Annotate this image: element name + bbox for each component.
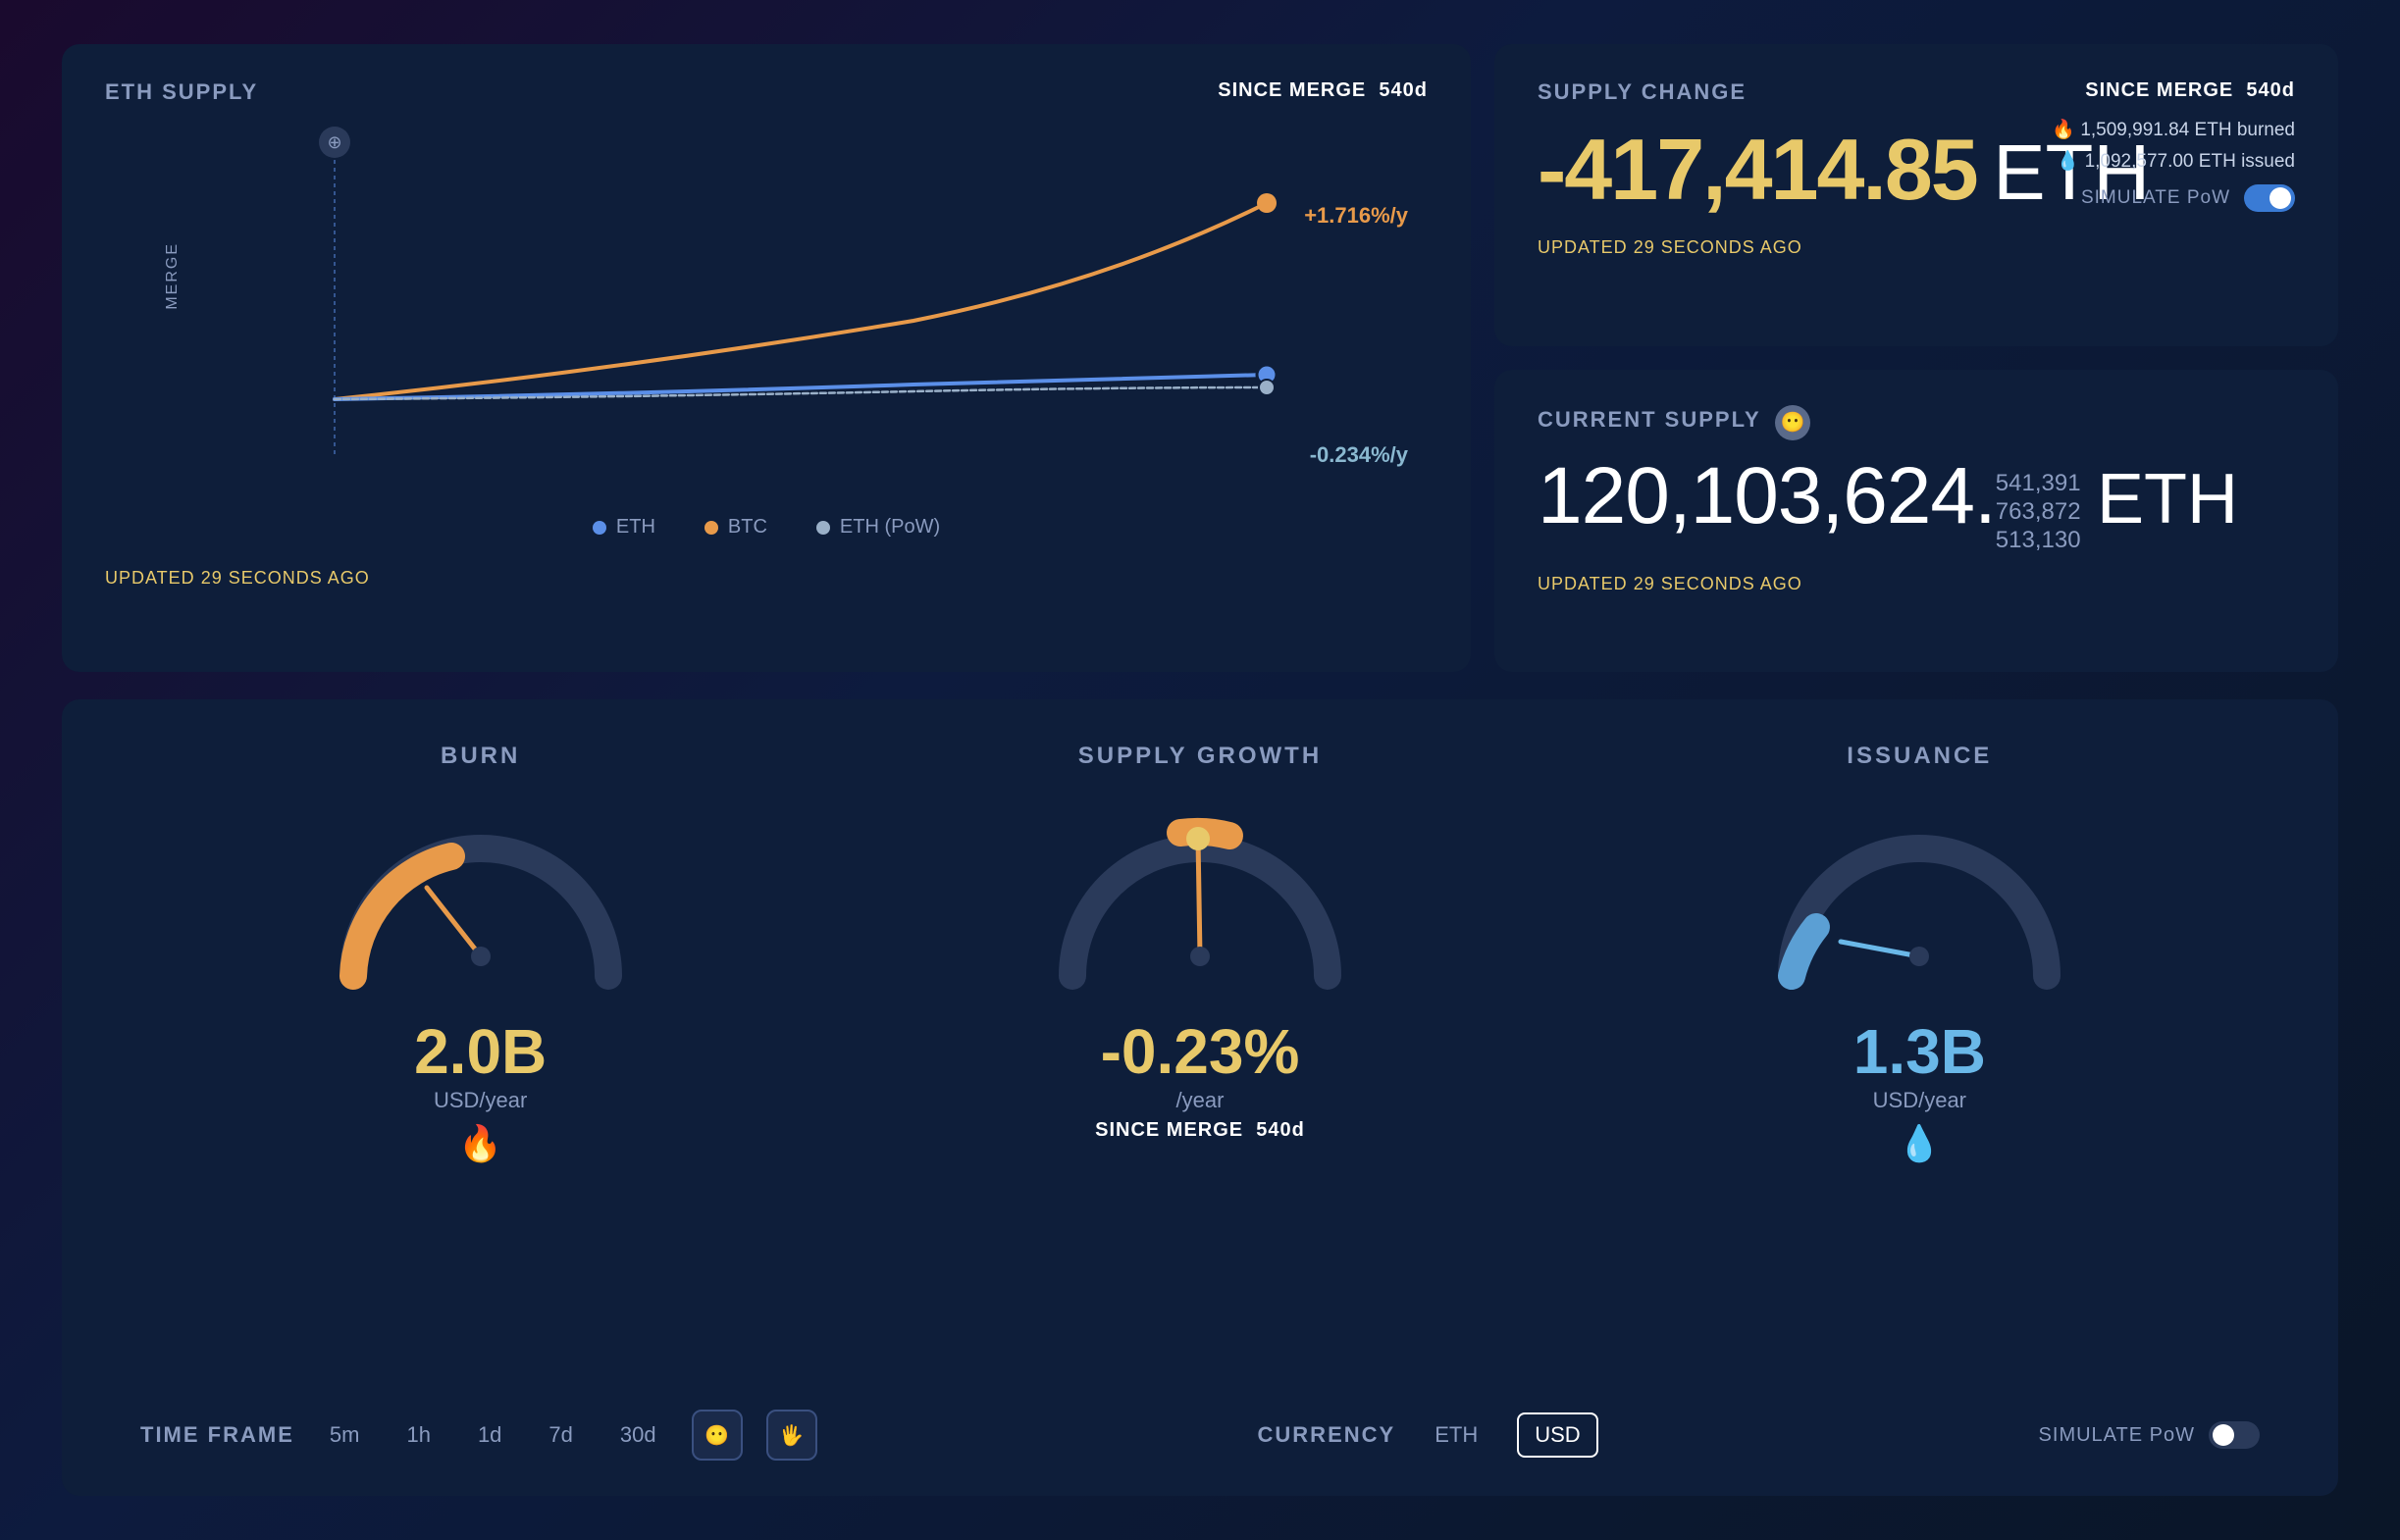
eth-supply-updated: UPDATED 29 SECONDS AGO xyxy=(105,568,1428,589)
supply-growth-gauge xyxy=(1033,790,1367,1005)
supply-change-title: SUPPLY CHANGE xyxy=(1538,79,1747,104)
gauges-row: BURN 2.0B USD/year 🔥 xyxy=(140,743,2260,1164)
btc-dot xyxy=(704,521,718,535)
toggle-knob-bottom xyxy=(2213,1424,2234,1446)
currency-label: CURRENCY xyxy=(1258,1422,1396,1448)
currency-usd-btn[interactable]: USD xyxy=(1517,1412,1597,1458)
btc-rate-label: +1.716%/y xyxy=(1304,203,1408,229)
currency-section: CURRENCY ETH USD xyxy=(1258,1412,1598,1458)
svg-text:⊕: ⊕ xyxy=(327,132,341,152)
issuance-unit: USD/year xyxy=(1873,1088,1966,1113)
eth-supply-chart: MERGE ⊕ xyxy=(105,125,1428,556)
simulate-pow-label: SIMULATE PoW xyxy=(2039,1424,2195,1447)
time-frame-label: TIME FRAME xyxy=(140,1422,294,1448)
time-btn-1d[interactable]: 1d xyxy=(466,1414,513,1456)
burn-icon: 🔥 xyxy=(458,1123,502,1164)
issuance-icon: 💧 xyxy=(1898,1123,1942,1164)
issuance-title: ISSUANCE xyxy=(1847,743,1992,770)
supply-change-simulate: SIMULATE PoW xyxy=(2052,184,2295,212)
time-frame-section: TIME FRAME 5m 1h 1d 7d 30d 😶 🖐 xyxy=(140,1410,817,1461)
hand-icon-btn[interactable]: 🖐 xyxy=(766,1410,817,1461)
simulate-pow-toggle[interactable] xyxy=(2244,184,2295,212)
current-supply-icon: 😶 xyxy=(1775,405,1810,440)
eth-supply-title: ETH SUPPLY xyxy=(105,79,258,104)
supply-stats: SINCE MERGE 540d 🔥 1,509,991.84 ETH burn… xyxy=(2052,79,2295,212)
toggle-knob xyxy=(2270,187,2291,209)
burn-value: 2.0B xyxy=(414,1015,547,1088)
issued-stat: 💧 1,092,577.00 ETH issued xyxy=(2052,149,2295,173)
supply-change-card: SUPPLY CHANGE SINCE MERGE 540d 🔥 1,509,9… xyxy=(1494,44,2338,346)
issuance-panel: ISSUANCE 1.3B USD/year 💧 xyxy=(1580,743,2260,1164)
eth-supply-card: ETH SUPPLY SINCE MERGE 540d MERGE ⊕ xyxy=(62,44,1471,672)
supply-change-since-merge: SINCE MERGE 540d xyxy=(2052,79,2295,102)
issuance-gauge xyxy=(1752,790,2086,1005)
time-btn-7d[interactable]: 7d xyxy=(537,1414,584,1456)
supply-growth-unit: /year xyxy=(1176,1088,1225,1113)
time-btn-5m[interactable]: 5m xyxy=(318,1414,372,1456)
currency-eth-btn[interactable]: ETH xyxy=(1419,1414,1493,1456)
burn-unit: USD/year xyxy=(434,1088,527,1113)
current-supply-unit: ETH xyxy=(2097,460,2238,539)
supply-growth-title: SUPPLY GROWTH xyxy=(1078,743,1322,770)
time-btn-1h[interactable]: 1h xyxy=(394,1414,442,1456)
bottom-bar: TIME FRAME 5m 1h 1d 7d 30d 😶 🖐 CURRENCY … xyxy=(140,1410,2260,1461)
burned-stat: 🔥 1,509,991.84 ETH burned xyxy=(2052,118,2295,141)
time-btn-30d[interactable]: 30d xyxy=(608,1414,668,1456)
supply-growth-panel: SUPPLY GROWTH -0.23% /year xyxy=(860,743,1539,1142)
current-supply-updated: UPDATED 29 SECONDS AGO xyxy=(1538,574,2295,594)
burn-panel: BURN 2.0B USD/year 🔥 xyxy=(140,743,820,1164)
current-supply-title: CURRENT SUPPLY xyxy=(1538,407,1761,432)
eth-rate-label: -0.234%/y xyxy=(1310,442,1408,468)
simulate-pow-section: SIMULATE PoW xyxy=(2039,1421,2260,1449)
eth-dot xyxy=(593,521,606,535)
supply-growth-since-merge: SINCE MERGE 540d xyxy=(1095,1119,1305,1142)
supply-change-updated: UPDATED 29 SECONDS AGO xyxy=(1538,237,2295,258)
simulate-pow-toggle-bottom[interactable] xyxy=(2209,1421,2260,1449)
merge-icon-btn[interactable]: 😶 xyxy=(692,1410,743,1461)
right-column: SUPPLY CHANGE SINCE MERGE 540d 🔥 1,509,9… xyxy=(1494,44,2338,672)
chart-legend: ETH BTC ETH (PoW) xyxy=(105,516,1428,539)
issuance-value: 1.3B xyxy=(1853,1015,1986,1088)
burn-gauge xyxy=(314,790,648,1005)
merge-label: MERGE xyxy=(164,242,182,310)
supply-growth-value: -0.23% xyxy=(1101,1015,1300,1088)
legend-eth: ETH xyxy=(593,516,655,539)
current-supply-card: CURRENT SUPPLY 😶 120,103,624.541,391763,… xyxy=(1494,370,2338,672)
eth-pow-dot xyxy=(816,521,830,535)
current-supply-number: 120,103,624. xyxy=(1538,451,1996,540)
legend-eth-pow: ETH (PoW) xyxy=(816,516,940,539)
burn-title: BURN xyxy=(441,743,520,770)
bottom-panel: BURN 2.0B USD/year 🔥 xyxy=(62,699,2338,1496)
current-supply-value-area: 120,103,624.541,391763,872513,130 ETH xyxy=(1538,456,2295,554)
eth-supply-since-merge: SINCE MERGE 540d xyxy=(1218,79,1428,102)
supply-change-number: -417,414.85 xyxy=(1538,121,1977,218)
legend-btc: BTC xyxy=(704,516,767,539)
current-supply-decimals: 541,391763,872513,130 xyxy=(1996,470,2081,554)
